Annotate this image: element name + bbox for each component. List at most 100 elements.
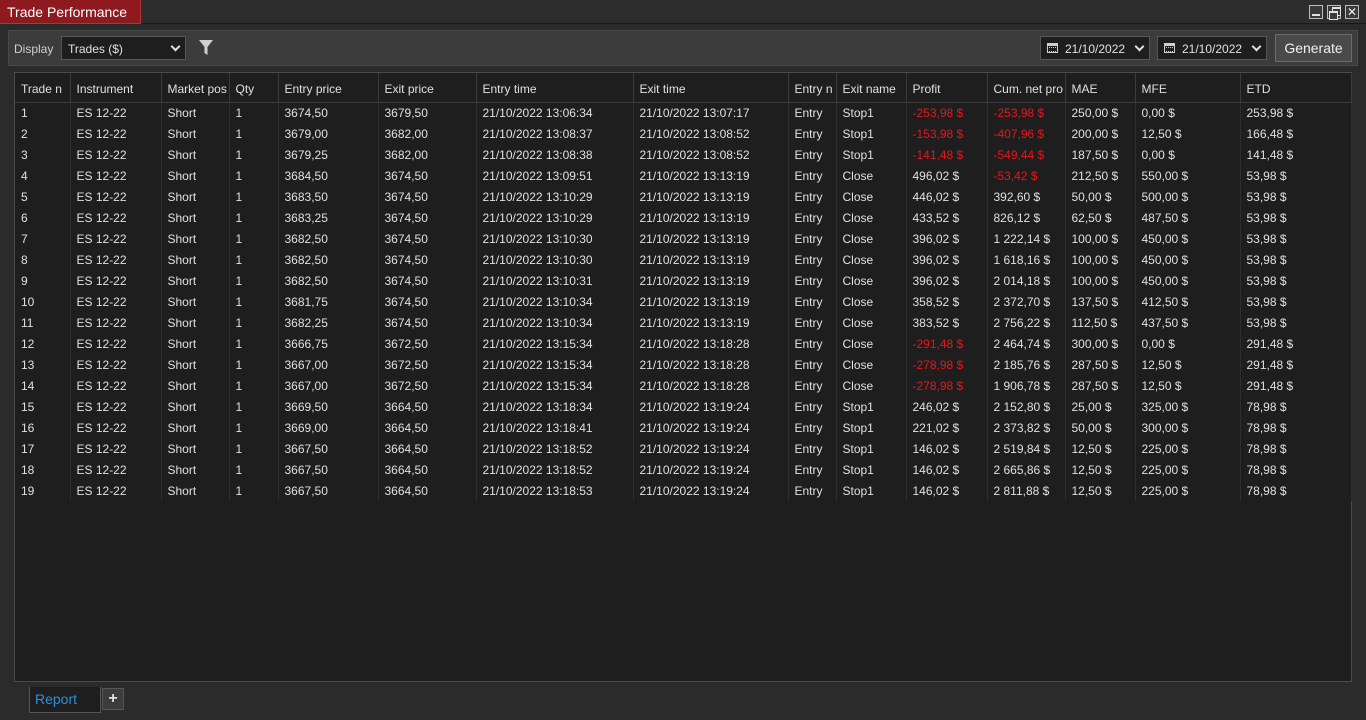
table-cell: 826,12 $ xyxy=(987,207,1066,228)
table-cell: 18 xyxy=(15,459,71,480)
table-cell: 225,00 $ xyxy=(1135,438,1241,459)
column-header[interactable]: Trade n xyxy=(15,73,71,103)
table-cell: Entry xyxy=(788,144,837,165)
column-header[interactable]: Exit name xyxy=(836,73,907,103)
table-cell: 3664,50 xyxy=(378,480,477,501)
close-button[interactable]: ✕ xyxy=(1345,5,1359,19)
table-row[interactable]: 3 ES 12-22 Short 1 3679,25 3682,00 21/10/2022 … xyxy=(15,144,1352,165)
table-cell: -141,48 $ xyxy=(906,144,988,165)
display-select[interactable]: Trades ($) xyxy=(61,36,186,60)
column-header[interactable]: Exit price xyxy=(378,73,477,103)
column-header[interactable]: MFE xyxy=(1135,73,1241,103)
calendar-icon xyxy=(1047,43,1058,53)
table-cell: 12,50 $ xyxy=(1065,438,1136,459)
table-cell: 1 xyxy=(229,186,279,207)
table-row[interactable]: 12 ES 12-22 Short 1 3666,75 3672,50 21/10/2022… xyxy=(15,333,1352,354)
table-cell: 78,98 $ xyxy=(1240,417,1352,438)
table-cell: Entry xyxy=(788,249,837,270)
table-cell: 396,02 $ xyxy=(906,249,988,270)
table-cell: 62,50 $ xyxy=(1065,207,1136,228)
table-cell: 3667,50 xyxy=(278,438,379,459)
table-cell: 166,48 $ xyxy=(1240,123,1352,144)
table-row[interactable]: 1 ES 12-22 Short 1 3674,50 3679,50 21/10/2022 … xyxy=(15,102,1352,123)
table-cell: 3674,50 xyxy=(378,165,477,186)
table-cell: Short xyxy=(161,228,230,249)
table-row[interactable]: 7 ES 12-22 Short 1 3682,50 3674,50 21/10/2022 … xyxy=(15,228,1352,249)
table-row[interactable]: 15 ES 12-22 Short 1 3669,50 3664,50 21/10/2022… xyxy=(15,396,1352,417)
table-cell: Close xyxy=(836,207,907,228)
table-cell: Short xyxy=(161,396,230,417)
table-row[interactable]: 6 ES 12-22 Short 1 3683,25 3674,50 21/10/2022 … xyxy=(15,207,1352,228)
table-cell: 200,00 $ xyxy=(1065,123,1136,144)
column-header[interactable]: Cum. net pro xyxy=(987,73,1066,103)
table-cell: 3682,50 xyxy=(278,249,379,270)
table-cell: 21/10/2022 13:18:53 xyxy=(476,480,634,501)
table-cell: 3669,50 xyxy=(278,396,379,417)
table-row[interactable]: 14 ES 12-22 Short 1 3667,00 3672,50 21/10/2022… xyxy=(15,375,1352,396)
column-header[interactable]: Exit time xyxy=(633,73,789,103)
table-cell: 3669,00 xyxy=(278,417,379,438)
column-header[interactable]: Entry time xyxy=(476,73,634,103)
table-cell: Short xyxy=(161,375,230,396)
table-cell: 21/10/2022 13:10:34 xyxy=(476,291,634,312)
table-cell: 446,02 $ xyxy=(906,186,988,207)
column-header[interactable]: Entry n xyxy=(788,73,837,103)
table-cell: 3664,50 xyxy=(378,417,477,438)
table-row[interactable]: 9 ES 12-22 Short 1 3682,50 3674,50 21/10/2022 … xyxy=(15,270,1352,291)
table-row[interactable]: 19 ES 12-22 Short 1 3667,50 3664,50 21/10/2022… xyxy=(15,480,1352,501)
table-cell: -253,98 $ xyxy=(906,102,988,123)
table-row[interactable]: 13 ES 12-22 Short 1 3667,00 3672,50 21/10/2022… xyxy=(15,354,1352,375)
table-row[interactable]: 10 ES 12-22 Short 1 3681,75 3674,50 21/10/2022… xyxy=(15,291,1352,312)
generate-button[interactable]: Generate xyxy=(1275,34,1352,62)
table-row[interactable]: 16 ES 12-22 Short 1 3669,00 3664,50 21/10/2022… xyxy=(15,417,1352,438)
table-cell: Entry xyxy=(788,438,837,459)
table-row[interactable]: 11 ES 12-22 Short 1 3682,25 3674,50 21/10/2022… xyxy=(15,312,1352,333)
table-cell: 187,50 $ xyxy=(1065,144,1136,165)
column-header[interactable]: Market pos xyxy=(161,73,230,103)
table-row[interactable]: 17 ES 12-22 Short 1 3667,50 3664,50 21/10/2022… xyxy=(15,438,1352,459)
table-cell: 487,50 $ xyxy=(1135,207,1241,228)
add-tab-button[interactable]: + xyxy=(102,688,124,710)
tab-report[interactable]: Report xyxy=(29,687,101,713)
table-cell: 225,00 $ xyxy=(1135,480,1241,501)
table-cell: 100,00 $ xyxy=(1065,270,1136,291)
table-row[interactable]: 5 ES 12-22 Short 1 3683,50 3674,50 21/10/2022 … xyxy=(15,186,1352,207)
column-header[interactable]: MAE xyxy=(1065,73,1136,103)
restore-button[interactable] xyxy=(1327,5,1341,20)
table-cell: 287,50 $ xyxy=(1065,354,1136,375)
table-cell: 1 xyxy=(229,249,279,270)
column-header[interactable]: Instrument xyxy=(70,73,162,103)
table-cell: 12,50 $ xyxy=(1135,375,1241,396)
table-cell: 21/10/2022 13:13:19 xyxy=(633,291,789,312)
table-cell: 1 xyxy=(229,396,279,417)
table-row[interactable]: 18 ES 12-22 Short 1 3667,50 3664,50 21/10/2022… xyxy=(15,459,1352,480)
table-cell: 253,98 $ xyxy=(1240,102,1352,123)
column-header[interactable]: ETD xyxy=(1240,73,1352,103)
table-cell: 21/10/2022 13:10:30 xyxy=(476,228,634,249)
table-cell: 3682,25 xyxy=(278,312,379,333)
table-cell: 212,50 $ xyxy=(1065,165,1136,186)
table-row[interactable]: 2 ES 12-22 Short 1 3679,00 3682,00 21/10/2022 … xyxy=(15,123,1352,144)
table-cell: 3679,00 xyxy=(278,123,379,144)
column-header[interactable]: Entry price xyxy=(278,73,379,103)
table-row[interactable]: 8 ES 12-22 Short 1 3682,50 3674,50 21/10/2022 … xyxy=(15,249,1352,270)
column-header[interactable]: Profit xyxy=(906,73,988,103)
table-cell: 1 222,14 $ xyxy=(987,228,1066,249)
date-to-picker[interactable]: 21/10/2022 xyxy=(1157,36,1267,60)
table-cell: 2 xyxy=(15,123,71,144)
minimize-button[interactable] xyxy=(1309,5,1323,19)
table-cell: Stop1 xyxy=(836,438,907,459)
filter-icon[interactable] xyxy=(199,40,213,56)
table-cell: Short xyxy=(161,186,230,207)
close-icon: ✕ xyxy=(1346,5,1358,19)
table-cell: 21/10/2022 13:10:31 xyxy=(476,270,634,291)
table-cell: 3679,25 xyxy=(278,144,379,165)
table-cell: Short xyxy=(161,207,230,228)
table-row[interactable]: 4 ES 12-22 Short 1 3684,50 3674,50 21/10/2022 … xyxy=(15,165,1352,186)
table-cell: ES 12-22 xyxy=(70,438,162,459)
trades-grid: Trade n Instrument Market pos Qty Entry pric… xyxy=(14,72,1352,682)
table-cell: 78,98 $ xyxy=(1240,438,1352,459)
column-header[interactable]: Qty xyxy=(229,73,279,103)
table-cell: 0,00 $ xyxy=(1135,102,1241,123)
date-from-picker[interactable]: 21/10/2022 xyxy=(1040,36,1150,60)
